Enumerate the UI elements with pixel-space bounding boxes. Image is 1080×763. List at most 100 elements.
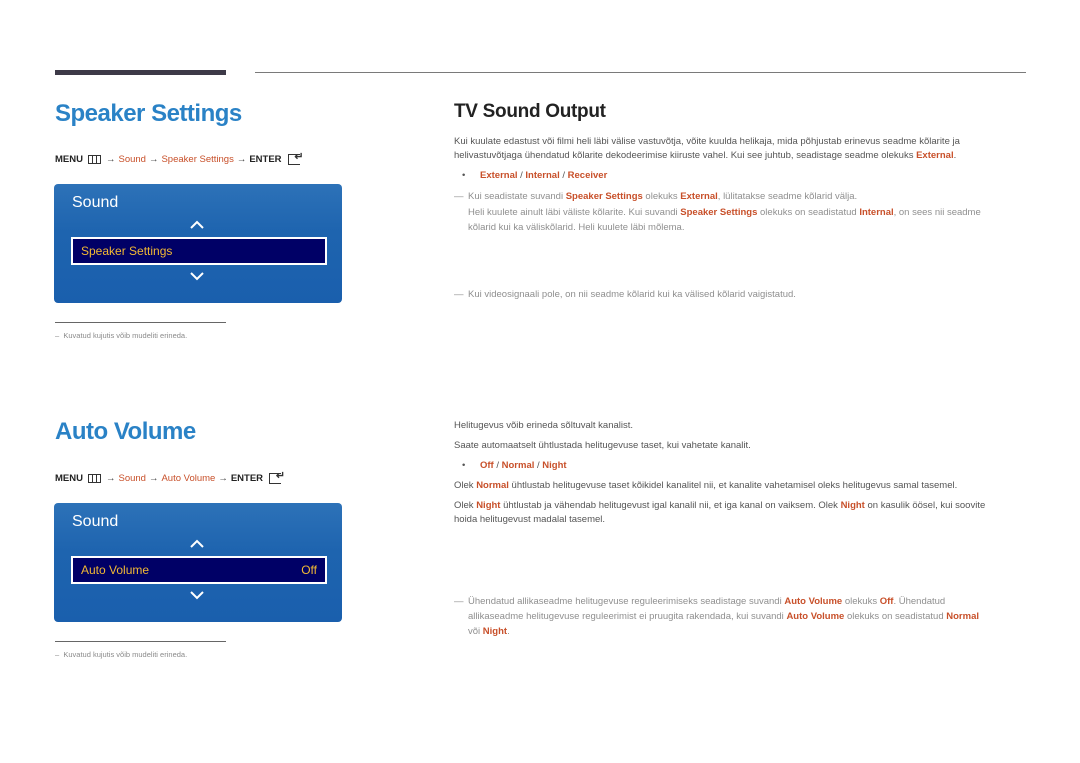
hl: Auto Volume [786,611,845,622]
menu-icon [87,474,101,483]
hl: Speaker Settings [565,191,643,202]
t: olekuks on seadistatud [757,207,860,218]
intro-line-2: helivastuvõtjaga ühendatud kõlarite deko… [454,150,957,161]
tv-sound-output-options: • External / Internal / Receiver [462,170,607,181]
osd-item-value: Off [301,563,317,577]
enter-icon [269,469,285,484]
separator: / [559,170,568,181]
section-title-auto-volume: Auto Volume [55,418,196,445]
t: olekuks [842,596,880,607]
arrow: → [148,154,159,165]
hl: External [680,191,718,202]
footnote-text: Kuvatud kujutis võib mudeliti erineda. [63,650,188,659]
chevron-down-icon[interactable] [190,590,204,600]
hl: Night [840,500,865,511]
t: kõlarid kui ka väliskõlarid. Heli kuulet… [468,222,685,233]
t: või [468,626,483,637]
menu-step-speaker-settings: Speaker Settings [161,154,234,165]
menu-step-sound: Sound [118,473,146,484]
arrow: → [105,154,116,165]
footnote-text: Kuvatud kujutis võib mudeliti erineda. [63,331,188,340]
menu-label: MENU [55,473,83,484]
option-night: Night [542,460,567,471]
osd-sound-menu-speaker: Sound Speaker Settings [54,184,342,303]
t: hoida helitugevust madalal tasemel. [454,514,606,525]
t: Heli kuulete ainult läbi väliste kõlarit… [468,207,681,218]
t: Olek [454,480,477,491]
menu-path-auto-volume: MENU → Sound → Auto Volume → ENTER [55,469,285,484]
osd-selected-item-auto-volume[interactable]: Auto Volume Off [71,556,327,584]
osd-item-label: Auto Volume [81,563,150,577]
menu-path-speaker-settings: MENU → Sound → Speaker Settings → ENTER [55,150,304,165]
osd-title: Sound [72,513,119,530]
t: Olek [454,500,477,511]
chevron-down-icon[interactable] [190,271,204,281]
hl: Off [879,596,894,607]
t: , lülitatakse seadme kõlarid välja. [717,191,858,202]
hl: Normal [476,480,509,491]
footnote-rule [55,322,226,323]
enter-label: ENTER [249,154,282,165]
t: Kui videosignaali pole, on nii seadme kõ… [468,289,796,300]
note-dash-icon: — [454,191,464,202]
t: , on sees nii seadme [893,207,981,218]
option-normal: Normal [501,460,535,471]
osd-sound-menu-auto-volume: Sound Auto Volume Off [54,503,342,622]
osd-title: Sound [72,194,119,211]
hl: Auto Volume [784,596,843,607]
option-internal: Internal [525,170,560,181]
osd-item-label: Speaker Settings [81,244,173,258]
t: . [507,626,510,637]
arrow: → [105,473,116,484]
menu-step-auto-volume: Auto Volume [161,473,216,484]
section-title-speaker-settings: Speaker Settings [55,100,242,127]
hl: Internal [859,207,894,218]
note-dash-icon: — [454,596,464,607]
t: on kasulik öösel, kui soovite [864,500,986,511]
intro-line-1: Kui kuulate edastust või filmi heli läbi… [454,136,960,147]
menu-label: MENU [55,154,83,165]
auto-volume-options: • Off / Normal / Night [462,460,567,471]
night-description: Olek Night ühtlustab ja vähendab helitug… [454,499,1054,527]
tv-sound-output-intro: Kui kuulate edastust või filmi heli läbi… [454,135,1054,163]
t: ühtlustab ja vähendab helitugevust igal … [500,500,841,511]
note-no-video-signal: — Kui videosignaali pole, on nii seadme … [454,287,1028,302]
footnote: – Kuvatud kujutis võib mudeliti erineda. [55,331,188,340]
arrow: → [148,473,159,484]
t: ühtlustab helitugevuse taset kõikidel ka… [508,480,958,491]
header-rule [255,72,1026,73]
t: olekuks [642,191,681,202]
note-speaker-external: — Kui seadistate suvandi Speaker Setting… [454,189,1028,235]
highlight-external: External [916,150,954,161]
intro-text: helivastuvõtjaga ühendatud kõlarite deko… [454,150,917,161]
header-bar-thick [55,70,226,75]
chevron-up-icon[interactable] [190,539,204,549]
menu-step-sound: Sound [118,154,146,165]
osd-selected-item-speaker-settings[interactable]: Speaker Settings [71,237,327,265]
enter-label: ENTER [230,473,264,484]
chevron-up-icon[interactable] [190,220,204,230]
t: allikaseadme helitugevuse reguleerimist … [468,611,787,622]
hl: Night [482,626,508,637]
subsection-title-tv-sound-output: TV Sound Output [454,101,606,122]
bullet-dot: • [462,170,466,181]
auto-volume-p1: Helitugevus võib erineda sõltuvalt kanal… [454,420,634,431]
arrow: → [236,154,247,165]
footnote-rule [55,641,226,642]
t: Kui seadistate suvandi [468,191,566,202]
option-off: Off [480,460,494,471]
note-auto-volume: — Ühendatud allikaseadme helitugevuse re… [454,594,1028,639]
t: Ühendatud allikaseadme helitugevuse regu… [468,596,785,607]
auto-volume-p2: Saate automaatselt ühtlustada helitugevu… [454,440,751,451]
hl: Speaker Settings [680,207,758,218]
t: olekuks on seadistatud [844,611,947,622]
enter-icon [287,150,304,165]
footnote: – Kuvatud kujutis võib mudeliti erineda. [55,650,188,659]
normal-description: Olek Normal ühtlustab helitugevuse taset… [454,479,1054,493]
option-external: External [480,170,518,181]
menu-icon [87,155,101,164]
option-receiver: Receiver [567,170,608,181]
t: . Ühendatud [893,596,946,607]
hl: Night [476,500,501,511]
separator: / [493,460,502,471]
